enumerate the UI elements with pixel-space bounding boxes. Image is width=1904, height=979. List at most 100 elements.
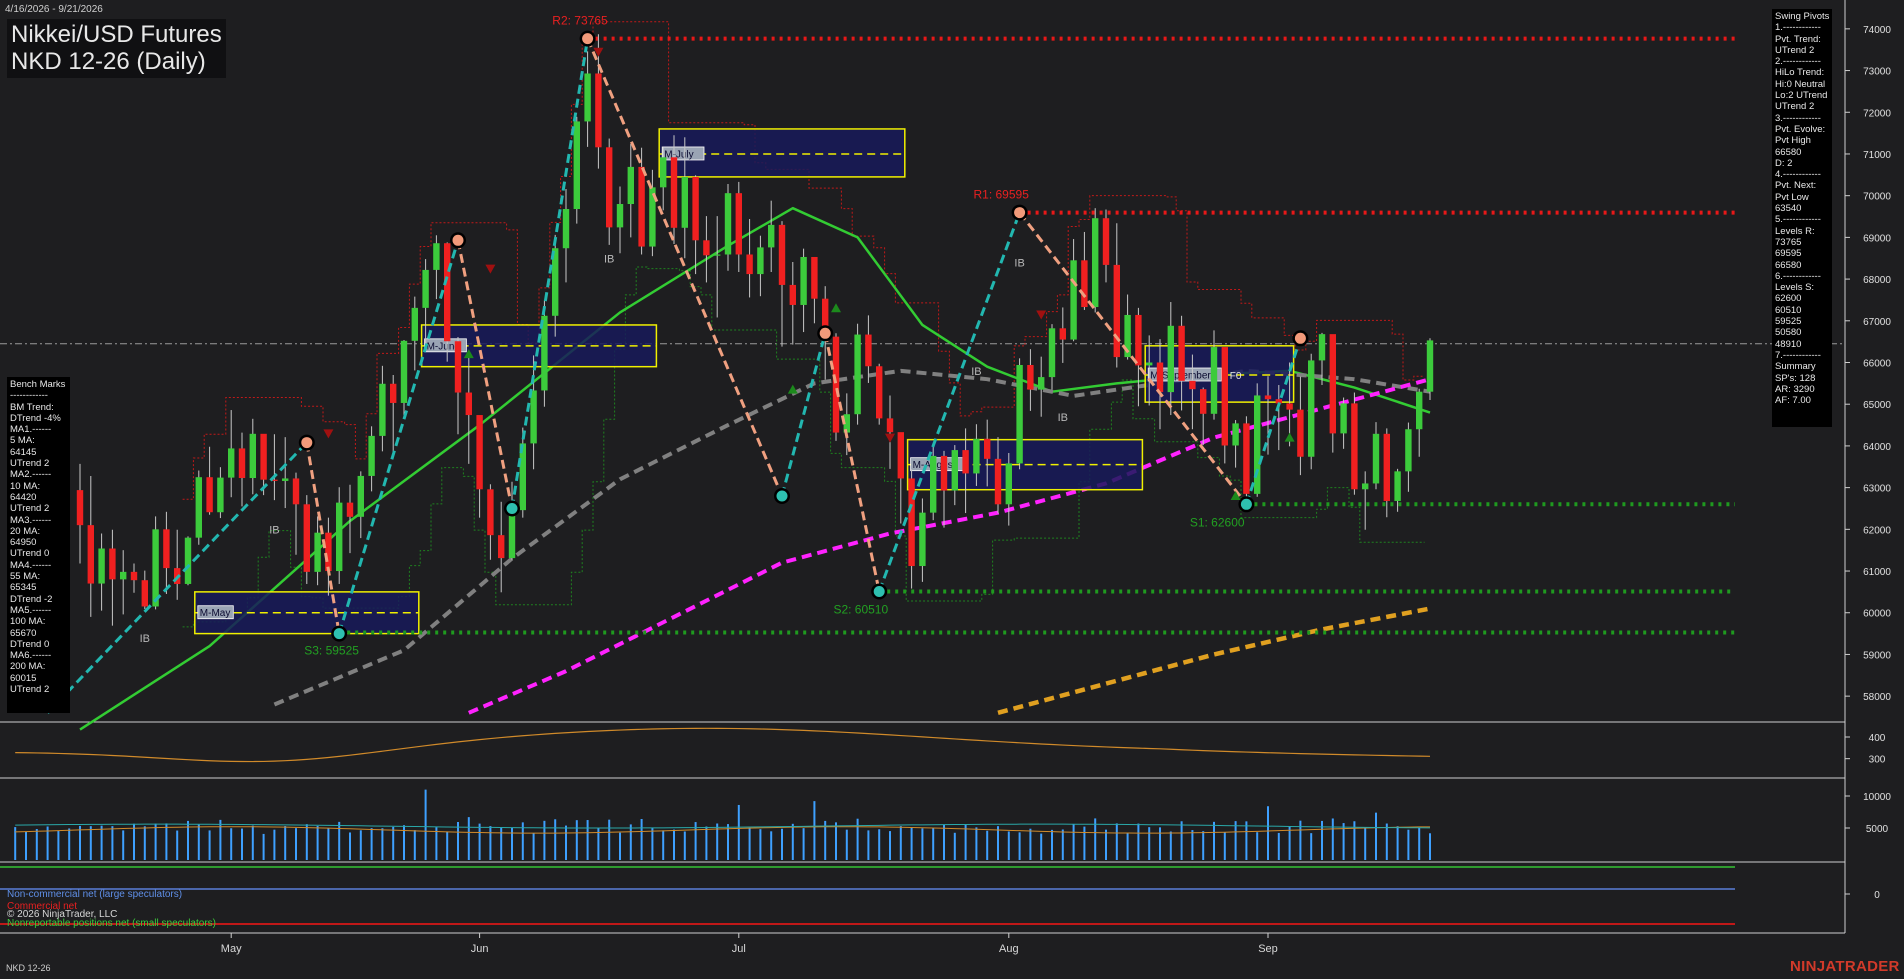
swing-pivots-line: 48910 xyxy=(1775,338,1802,350)
candle-bear xyxy=(595,73,602,148)
swing-pivots-line: AF: 7.00 xyxy=(1775,395,1811,407)
candle-bull xyxy=(282,478,289,481)
candle-bear xyxy=(238,448,246,479)
swing-pivots-line: UTrend 2 xyxy=(1775,44,1815,56)
candle-bear xyxy=(1329,334,1336,434)
price-tick-label: 65000 xyxy=(1863,400,1891,411)
candle-bull xyxy=(1426,340,1434,392)
month-label: May xyxy=(221,943,242,955)
cot-tick-label: 0 xyxy=(1874,890,1880,901)
bench-marks-line: UTrend 0 xyxy=(10,548,50,560)
price-tick-label: 59000 xyxy=(1863,650,1891,661)
candle-bear xyxy=(638,166,645,247)
pivot-low-marker xyxy=(1240,498,1252,510)
price-tick-label: 62000 xyxy=(1863,525,1891,536)
candle-bear xyxy=(703,240,710,256)
swing-pivots-line: 66580 xyxy=(1775,146,1802,158)
candle-bear xyxy=(746,254,753,275)
level-label: S1: 62600 xyxy=(1190,515,1245,529)
swing-pivots-line: 66580 xyxy=(1775,259,1802,271)
candle-bull xyxy=(1016,365,1023,464)
candle-bear xyxy=(984,438,991,459)
bench-marks-line: 20 MA: xyxy=(10,525,41,537)
candle-bull xyxy=(1167,325,1174,393)
bench-marks-line: MA3.------ xyxy=(10,514,52,526)
price-tick-label: 60000 xyxy=(1863,609,1891,620)
candle-bear xyxy=(465,392,472,416)
bench-marks-line: 5 MA: xyxy=(10,435,35,447)
bench-marks-line: 10 MA: xyxy=(10,480,41,492)
candle-bear xyxy=(1189,380,1196,390)
ib-label: IB xyxy=(971,366,981,378)
bench-marks-line: UTrend 2 xyxy=(10,503,50,515)
price-tick-label: 64000 xyxy=(1863,442,1891,453)
candle-bull xyxy=(681,176,688,228)
candle-bull xyxy=(1210,347,1218,414)
month-label: Jul xyxy=(732,943,746,955)
candle-bull xyxy=(627,166,634,205)
candle-bull xyxy=(228,448,235,478)
candle-bull xyxy=(379,383,386,436)
candle-bear xyxy=(1156,362,1164,393)
bench-marks-line: 200 MA: xyxy=(10,661,46,673)
candle-bear xyxy=(1243,423,1250,494)
bench-marks-line: DTrend 0 xyxy=(10,638,50,650)
pivot-low-marker xyxy=(506,502,518,514)
candle-bear xyxy=(346,502,354,517)
legend-nonreportable: Nonreportable positions net (small specu… xyxy=(7,917,216,929)
candle-bear xyxy=(962,450,969,474)
price-tick-label: 72000 xyxy=(1863,108,1891,119)
candle-bull xyxy=(1254,395,1261,494)
volume-tick-label: 5000 xyxy=(1866,824,1889,835)
swing-pivots-line: 60510 xyxy=(1775,304,1802,316)
candle-bear xyxy=(692,176,699,241)
candle-bull xyxy=(357,475,364,517)
candle-bull xyxy=(433,243,440,270)
bench-marks-line: Bench Marks xyxy=(10,379,66,390)
volume-tick-label: 10000 xyxy=(1863,792,1891,803)
candle-bear xyxy=(1059,328,1066,340)
bench-marks-line: DTrend -4% xyxy=(10,412,61,424)
candle-bear xyxy=(670,157,678,228)
swing-pivots-line: 73765 xyxy=(1775,236,1802,248)
bench-marks-line: UTrend 2 xyxy=(10,684,50,696)
bench-marks-line: 65670 xyxy=(10,627,37,639)
candle-bear xyxy=(1286,403,1293,410)
swing-pivots-line: Pvt High xyxy=(1775,135,1811,147)
swing-pivots-line: Pvt. Evolve: xyxy=(1775,123,1826,135)
cot-legend: Non-commercial net (large speculators) C… xyxy=(7,889,216,929)
candle-bull xyxy=(1394,471,1401,501)
price-tick-label: 63000 xyxy=(1863,484,1891,495)
price-tick-label: 70000 xyxy=(1863,192,1891,203)
candle-bear xyxy=(1383,433,1390,501)
price-tick-label: 73000 xyxy=(1863,67,1891,78)
candle-bear xyxy=(109,548,116,580)
pivot-low-marker xyxy=(776,490,788,502)
candle-bull xyxy=(400,340,408,403)
swing-pivots-line: Pvt. Trend: xyxy=(1775,33,1821,45)
candle-bull xyxy=(98,548,105,584)
candle-bear xyxy=(206,477,213,513)
candle-bull xyxy=(217,477,224,513)
pivot-high-marker xyxy=(301,437,313,449)
bench-marks-line: UTrend 2 xyxy=(10,458,50,470)
swing-pivots-line: D: 2 xyxy=(1775,157,1793,169)
price-chart[interactable]: 74000 73000 72000 71000 70000 69000 68000 67000… xyxy=(0,0,1904,979)
swing-pivots-line: UTrend 2 xyxy=(1775,101,1815,113)
candle-bear xyxy=(735,193,742,255)
swing-pivots-line: AR: 3290 xyxy=(1775,383,1815,395)
f0-label: F0 xyxy=(1230,371,1242,382)
footer-symbol: NKD 12-26 xyxy=(6,963,51,973)
candle-bear xyxy=(1135,314,1142,366)
bench-marks-line: 100 MA: xyxy=(10,616,46,628)
candle-bear xyxy=(130,571,138,581)
ib-label: IB xyxy=(1058,412,1068,424)
candle-bull xyxy=(562,209,570,249)
candle-bull xyxy=(757,247,764,275)
bench-marks-line: 60015 xyxy=(10,672,37,684)
candle-bear xyxy=(87,525,94,584)
candle-bull xyxy=(930,455,937,513)
level-label: R1: 69595 xyxy=(974,188,1030,202)
candle-bull xyxy=(1362,483,1369,490)
pivot-high-marker xyxy=(1014,207,1026,219)
